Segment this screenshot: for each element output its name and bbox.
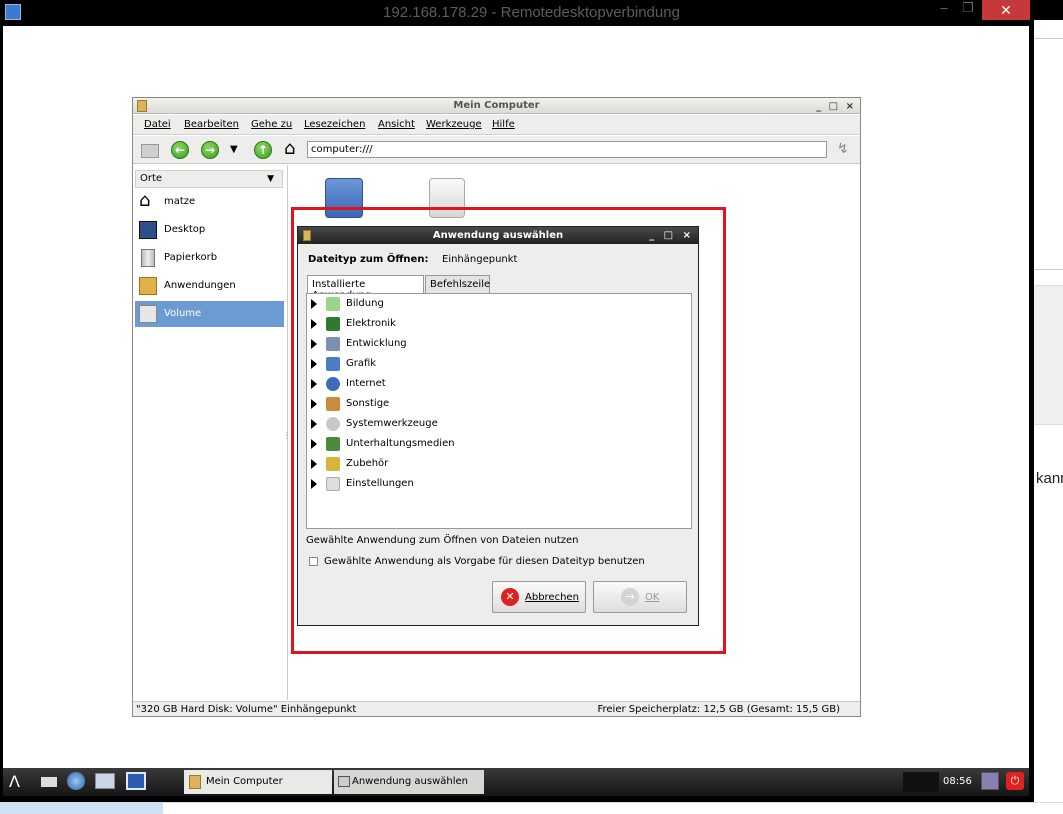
file-manager-launcher-icon[interactable] <box>41 777 57 787</box>
status-bar: "320 GB Hard Disk: Volume" Einhängepunkt… <box>133 701 860 716</box>
menu-werkzeuge[interactable]: Werkzeuge <box>426 119 482 130</box>
windows-icon[interactable] <box>95 773 115 789</box>
desktop-icon[interactable] <box>126 772 146 790</box>
sidebar-item-volume[interactable]: Volume <box>135 301 284 327</box>
menu-lesezeichen[interactable]: Lesezeichen <box>304 119 365 130</box>
rdp-restore-button[interactable]: ❐ <box>958 0 978 20</box>
menu-datei[interactable]: Datei <box>144 119 171 130</box>
highlight-annotation <box>291 207 726 654</box>
host-taskbar <box>163 802 1063 814</box>
sidebar-item-anwendungen[interactable]: Anwendungen <box>135 273 284 299</box>
address-input[interactable]: computer:/// <box>307 141 827 158</box>
go-icon[interactable]: ↯ <box>837 141 849 157</box>
status-right: Freier Speicherplatz: 12,5 GB (Gesamt: 1… <box>597 704 840 715</box>
taskbar-item-anwendung-auswaehlen[interactable]: Anwendung auswählen <box>334 770 484 794</box>
clock[interactable]: 08:56 <box>943 776 972 787</box>
history-dropdown-icon[interactable]: ▼ <box>230 144 238 155</box>
menu-bar: Datei Bearbeiten Gehe zu Lesezeichen Ans… <box>133 115 860 135</box>
host-text: kann <box>1036 470 1063 487</box>
start-menu-icon[interactable]: Λ <box>9 772 20 791</box>
window-controls[interactable]: _ □ × <box>816 99 856 114</box>
power-icon[interactable]: ⏻ <box>1006 772 1024 790</box>
sidebar-item-label: Volume <box>164 308 202 319</box>
toolbar: ← → ▼ ↑ ⌂ computer:/// ↯ <box>133 136 860 164</box>
new-tab-icon[interactable] <box>141 144 159 158</box>
up-button[interactable]: ↑ <box>254 141 272 159</box>
window-icon <box>338 776 350 787</box>
sidebar-item-label: Desktop <box>164 224 206 235</box>
window-title-bar[interactable]: Mein Computer _ □ × <box>133 98 860 114</box>
rdp-minimize-button[interactable]: – <box>934 0 954 20</box>
taskbar-item-label: Anwendung auswählen <box>352 776 468 787</box>
pane-resize-handle[interactable]: ⋮ <box>283 431 291 440</box>
menu-ansicht[interactable]: Ansicht <box>378 119 415 130</box>
status-left: "320 GB Hard Disk: Volume" Einhängepunkt <box>136 704 357 715</box>
rdp-title-bar[interactable]: 192.168.178.29 - Remotedesktopverbindung… <box>0 0 1063 26</box>
menu-bearbeiten[interactable]: Bearbeiten <box>184 119 239 130</box>
sidebar: Orte ▼ ⌂ matze Desktop Papierkorb Anwend… <box>133 165 288 700</box>
home-icon: ⌂ <box>139 190 151 211</box>
host-taskbar <box>0 802 163 814</box>
forward-button[interactable]: → <box>201 141 219 159</box>
back-button[interactable]: ← <box>171 141 189 159</box>
taskbar: Λ Mein Computer Anwendung auswählen 08:5… <box>3 768 1029 796</box>
applications-icon <box>139 277 157 295</box>
home-icon[interactable]: ⌂ <box>284 139 295 159</box>
sidebar-item-matze[interactable]: ⌂ matze <box>135 189 284 215</box>
sidebar-item-desktop[interactable]: Desktop <box>135 217 284 243</box>
folder-icon <box>137 100 147 112</box>
window-title: Mein Computer <box>453 100 540 111</box>
taskbar-item-label: Mein Computer <box>206 776 283 787</box>
drive-icon <box>139 305 157 323</box>
host-panel <box>1034 285 1063 425</box>
lock-icon[interactable] <box>981 772 999 790</box>
globe-icon[interactable] <box>67 772 85 790</box>
sidebar-item-label: Anwendungen <box>164 280 236 291</box>
host-panel <box>1034 38 1063 270</box>
folder-icon <box>189 775 201 789</box>
sidebar-places-dropdown[interactable]: Orte ▼ <box>135 170 283 188</box>
taskbar-item-mein-computer[interactable]: Mein Computer <box>184 770 332 794</box>
rdp-frame <box>0 26 3 796</box>
rdp-window-title: 192.168.178.29 - Remotedesktopverbindung <box>383 4 680 21</box>
cpu-monitor <box>903 772 939 792</box>
rdp-frame <box>1029 20 1034 800</box>
rdp-close-button[interactable]: ✕ <box>982 0 1030 20</box>
sidebar-item-label: matze <box>164 196 196 207</box>
menu-gehe-zu[interactable]: Gehe zu <box>251 119 292 130</box>
trash-icon <box>141 249 155 267</box>
menu-hilfe[interactable]: Hilfe <box>492 119 515 130</box>
sidebar-item-label: Papierkorb <box>164 252 218 263</box>
chevron-down-icon: ▼ <box>267 174 274 184</box>
sidebar-header: Orte <box>140 173 163 184</box>
desktop-icon <box>139 221 157 239</box>
sidebar-item-papierkorb[interactable]: Papierkorb <box>135 245 284 271</box>
